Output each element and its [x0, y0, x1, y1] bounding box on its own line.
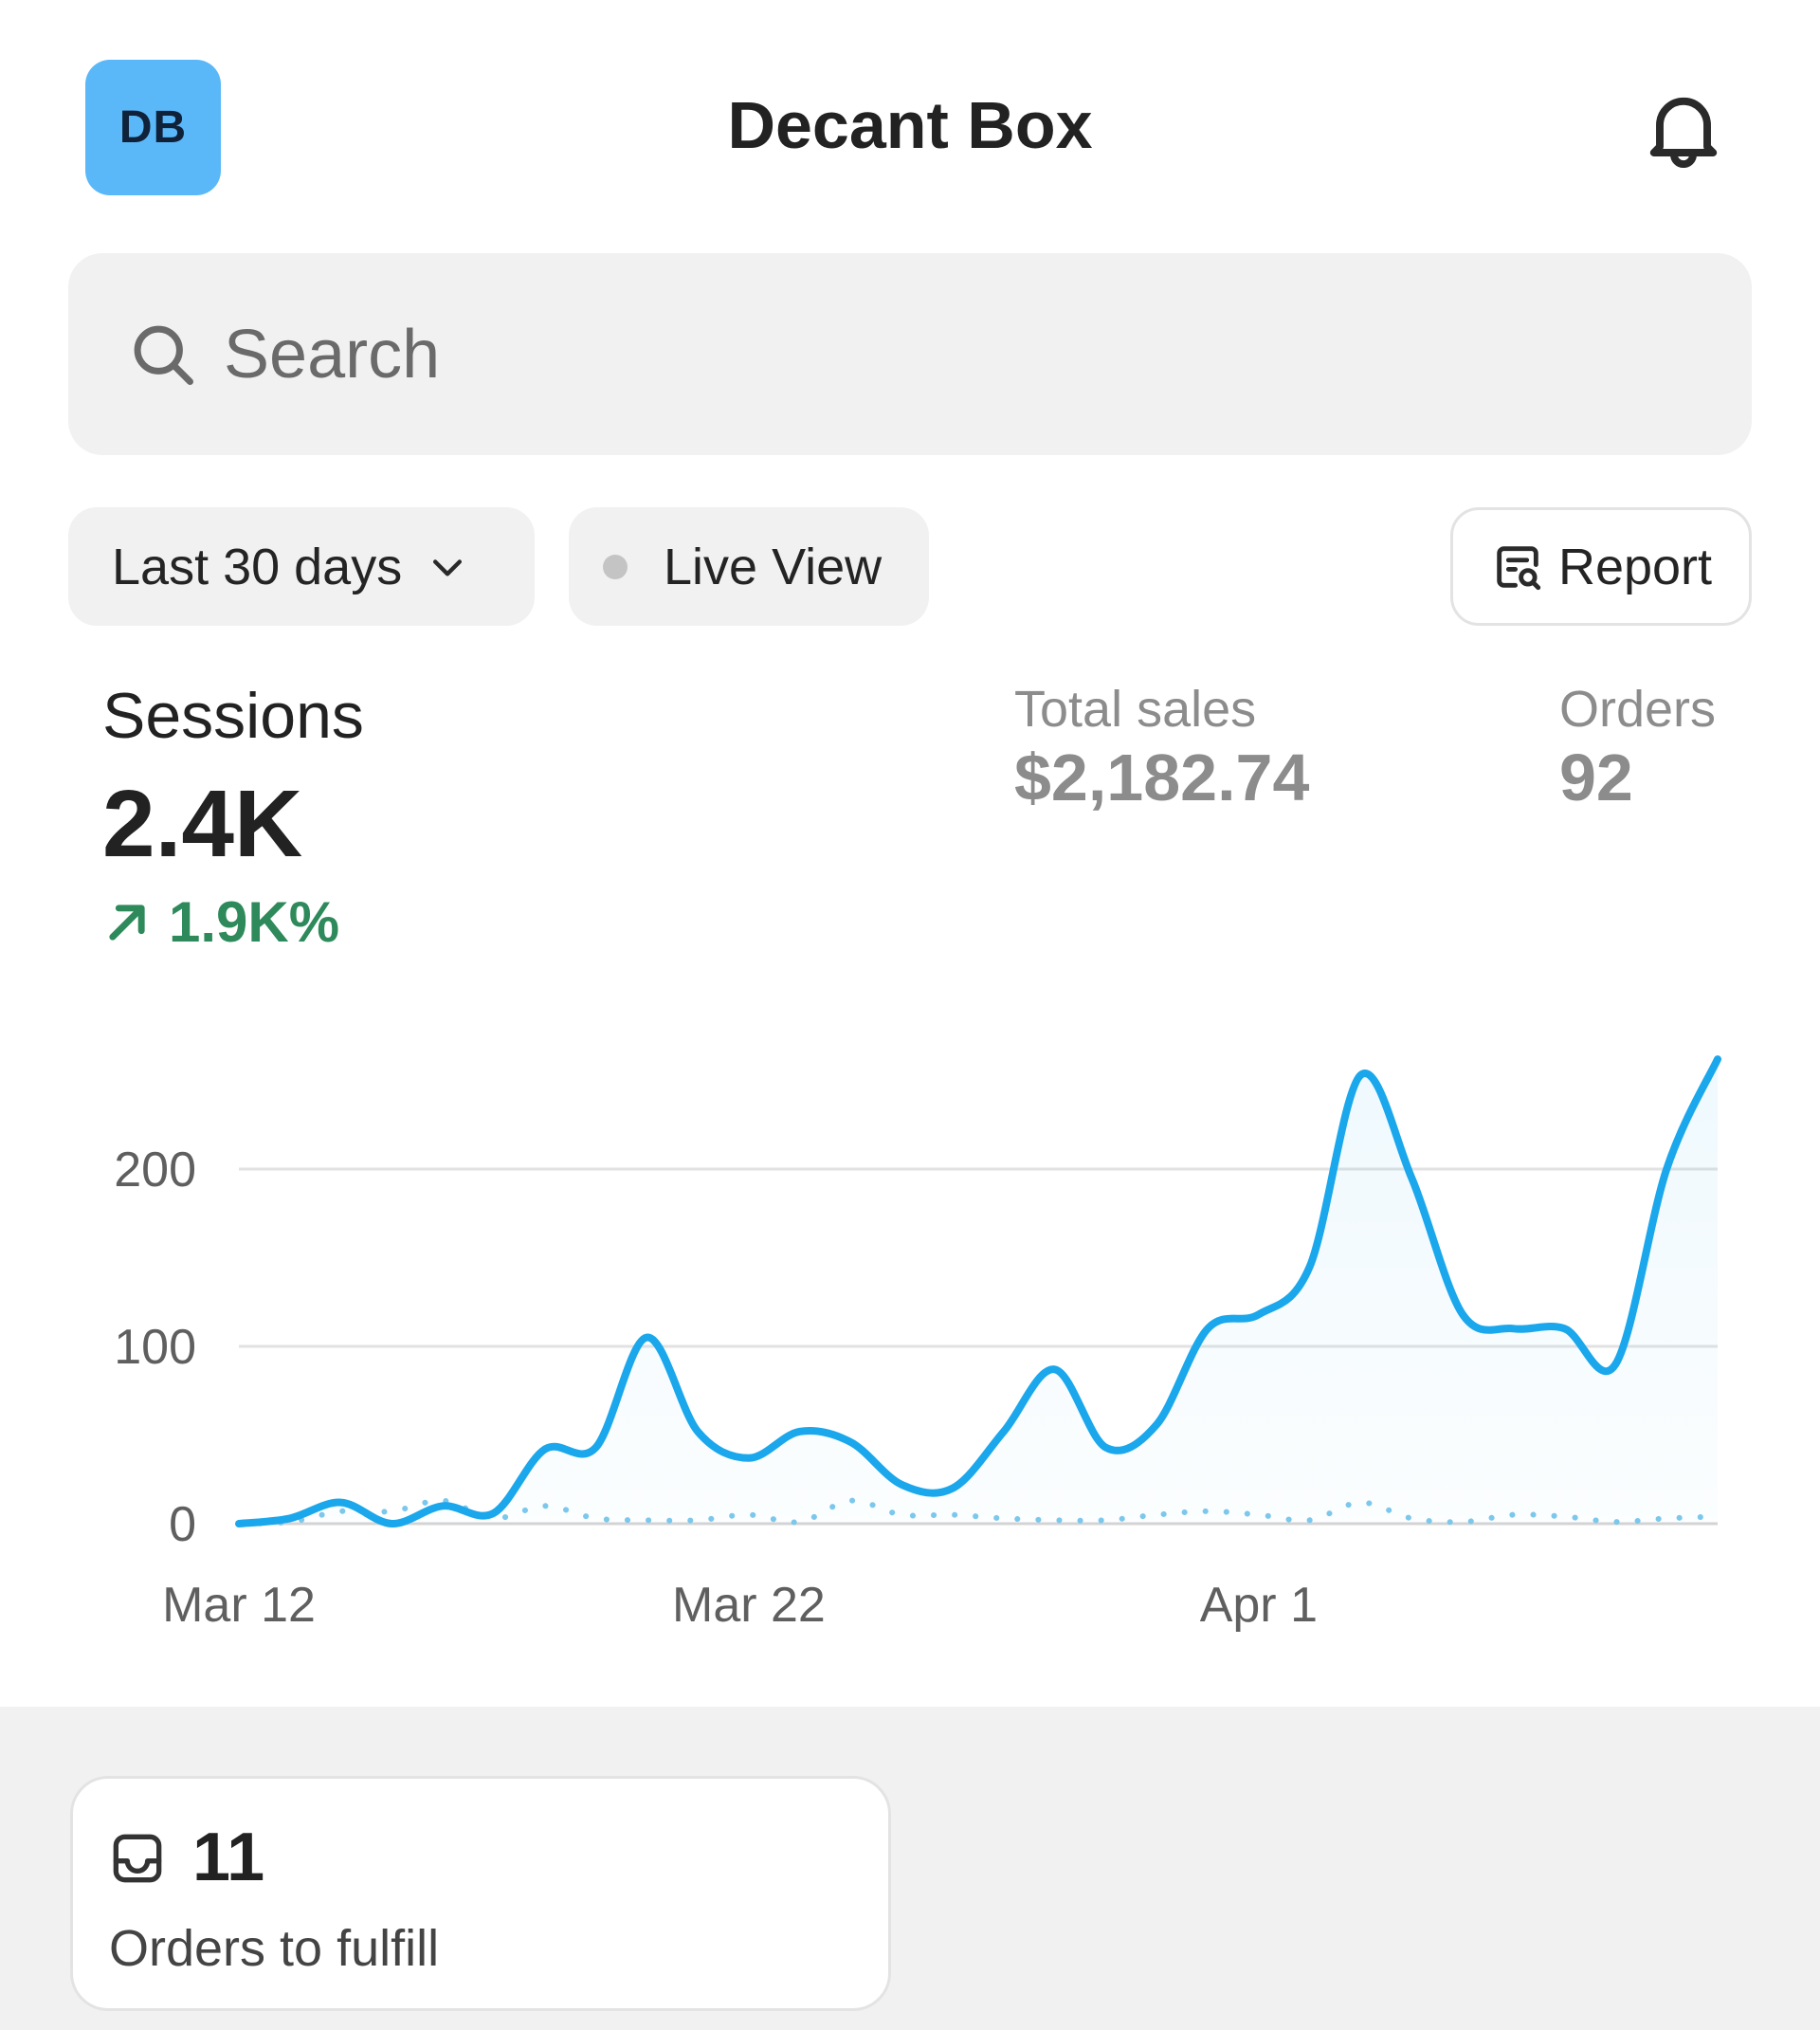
orders-value: 92 [1559, 741, 1633, 814]
sessions-label[interactable]: Sessions [102, 679, 364, 753]
total-sales-value: $2,182.74 [1014, 741, 1310, 814]
chevron-down-icon [433, 558, 463, 576]
x-tick-label: Mar 22 [672, 1578, 826, 1633]
date-range-select[interactable]: Last 30 days [68, 507, 535, 626]
sessions-value: 2.4K [102, 771, 303, 877]
live-view-button[interactable]: Live View [569, 507, 929, 626]
sessions-change: 1.9K% [102, 889, 339, 955]
bell-icon[interactable] [1636, 82, 1731, 176]
search-bar[interactable] [68, 253, 1752, 455]
x-tick-label: Mar 12 [162, 1578, 316, 1633]
report-button[interactable]: Report [1450, 507, 1752, 626]
total-sales-label[interactable]: Total sales [1014, 680, 1256, 739]
y-tick-label: 200 [114, 1143, 196, 1198]
search-input[interactable] [222, 314, 1647, 394]
orders-to-fulfill-label: Orders to fulfill [109, 1920, 440, 1977]
orders-label[interactable]: Orders [1559, 680, 1716, 739]
x-tick-label: Apr 1 [1200, 1578, 1318, 1633]
arrow-up-right-icon [109, 904, 145, 941]
sessions-change-value: 1.9K% [169, 890, 340, 954]
search-icon [134, 325, 193, 385]
report-label: Report [1557, 538, 1713, 595]
y-tick-label: 100 [114, 1320, 196, 1375]
date-range-label: Last 30 days [112, 538, 403, 595]
inbox-icon [113, 1834, 162, 1883]
sessions-chart: 200 100 0 Mar 12 Mar 22 Apr 1 [114, 1055, 1721, 1633]
sessions-area [239, 1059, 1718, 1525]
live-view-label: Live View [664, 538, 883, 595]
orders-to-fulfill-count: 11 [192, 1820, 265, 1895]
store-name: Decant Box [727, 88, 1093, 162]
orders-to-fulfill-card[interactable]: 11 Orders to fulfill [70, 1776, 891, 2011]
y-tick-label: 0 [169, 1497, 196, 1552]
live-status-dot-icon [603, 554, 628, 579]
report-icon [1497, 545, 1541, 590]
